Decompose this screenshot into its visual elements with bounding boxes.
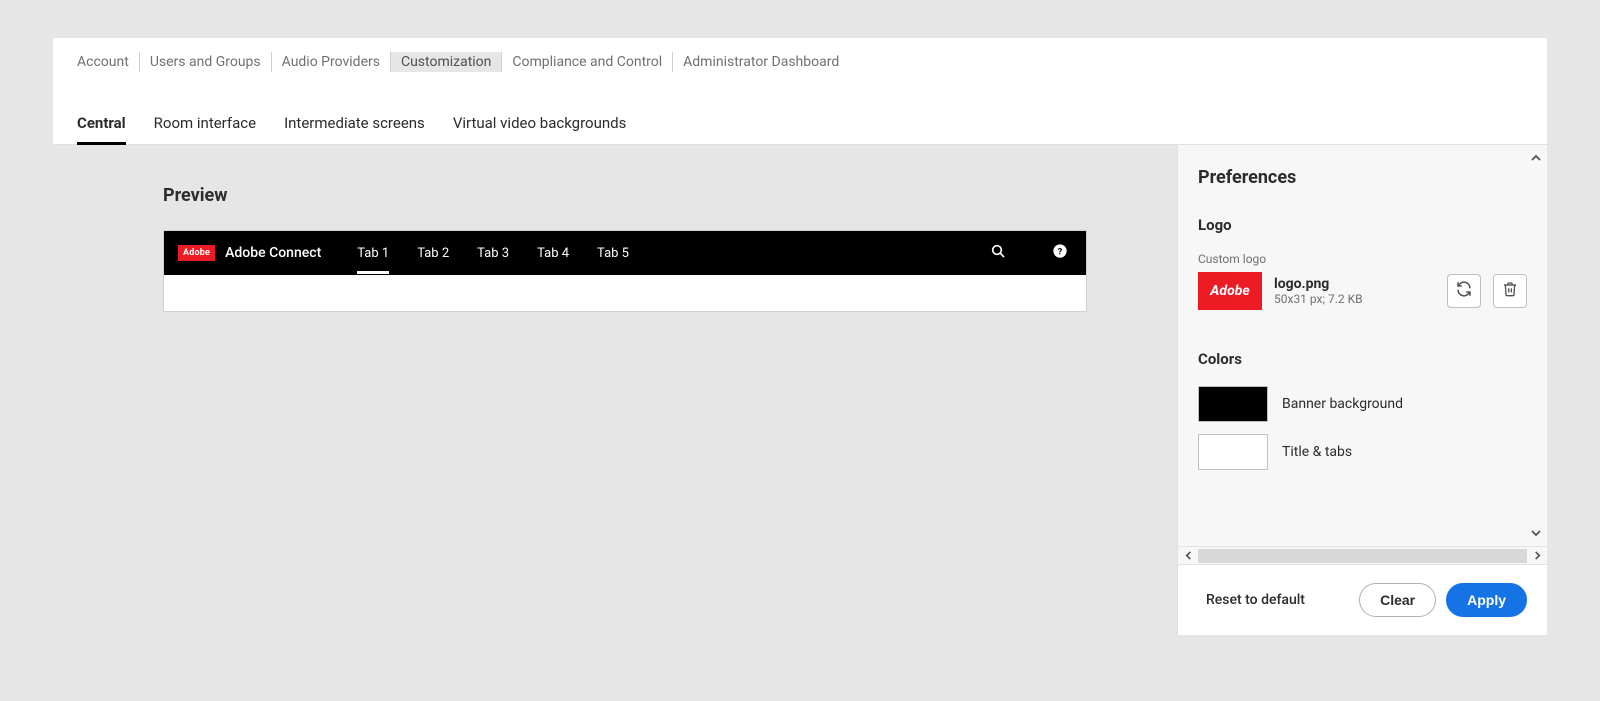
nav-users-and-groups[interactable]: Users and Groups [140, 52, 272, 72]
delete-logo-button[interactable] [1493, 274, 1527, 308]
colors-section: Colors Banner background Title & tabs [1198, 350, 1527, 470]
preferences-panel: Preferences Logo Custom logo Adobe logo.… [1177, 145, 1547, 635]
preview-tabs: Tab 1 Tab 2 Tab 3 Tab 4 Tab 5 [357, 233, 629, 274]
adobe-badge-icon: Adobe [178, 245, 215, 261]
tab-room-interface[interactable]: Room interface [154, 114, 256, 144]
scrollbar-track[interactable] [1198, 549, 1527, 563]
reset-to-default-link[interactable]: Reset to default [1206, 592, 1305, 608]
banner-background-label: Banner background [1282, 396, 1403, 412]
horizontal-scrollbar[interactable] [1178, 546, 1547, 564]
title-tabs-label: Title & tabs [1282, 444, 1352, 460]
svg-text:?: ? [1058, 246, 1063, 257]
preview-title: Preview [163, 185, 1087, 206]
preferences-body: Preferences Logo Custom logo Adobe logo.… [1178, 145, 1547, 546]
nav-customization[interactable]: Customization [391, 52, 502, 72]
scroll-left-icon[interactable] [1178, 549, 1198, 563]
clear-button[interactable]: Clear [1359, 583, 1436, 617]
title-tabs-swatch[interactable] [1198, 434, 1268, 470]
preferences-footer: Reset to default Clear Apply [1178, 564, 1547, 635]
refresh-icon [1455, 280, 1473, 302]
preview-logo: Adobe Adobe Connect [178, 245, 321, 261]
nav-compliance-and-control[interactable]: Compliance and Control [502, 52, 673, 72]
tab-intermediate-screens[interactable]: Intermediate screens [284, 114, 425, 144]
preview-box: Adobe Adobe Connect Tab 1 Tab 2 Tab 3 Ta… [163, 230, 1087, 312]
nav-account[interactable]: Account [77, 52, 140, 72]
preview-tab-4[interactable]: Tab 4 [537, 233, 569, 274]
preview-tab-2[interactable]: Tab 2 [417, 233, 449, 274]
color-row-title-tabs: Title & tabs [1198, 434, 1527, 470]
preferences-title: Preferences [1198, 167, 1527, 188]
banner-background-swatch[interactable] [1198, 386, 1268, 422]
preview-tab-5[interactable]: Tab 5 [597, 233, 629, 274]
nav-audio-providers[interactable]: Audio Providers [272, 52, 391, 72]
preview-brand-title: Adobe Connect [225, 245, 321, 261]
color-row-banner-background: Banner background [1198, 386, 1527, 422]
logo-thumbnail: Adobe [1198, 272, 1262, 310]
preview-pane: Preview Adobe Adobe Connect Tab 1 Tab 2 … [53, 145, 1177, 635]
logo-row: Adobe logo.png 50x31 px; 7.2 KB [1198, 272, 1527, 310]
app-window: Account Users and Groups Audio Providers… [53, 38, 1547, 635]
preview-banner: Adobe Adobe Connect Tab 1 Tab 2 Tab 3 Ta… [164, 231, 1086, 275]
logo-section-header: Logo [1198, 216, 1527, 234]
scroll-up-icon[interactable] [1527, 149, 1545, 167]
logo-details: 50x31 px; 7.2 KB [1274, 292, 1435, 306]
search-icon[interactable] [990, 243, 1006, 263]
sub-tabs: Central Room interface Intermediate scre… [53, 80, 1547, 145]
content-area: Preview Adobe Adobe Connect Tab 1 Tab 2 … [53, 145, 1547, 635]
preview-tab-3[interactable]: Tab 3 [477, 233, 509, 274]
nav-administrator-dashboard[interactable]: Administrator Dashboard [673, 52, 849, 72]
apply-button[interactable]: Apply [1446, 583, 1527, 617]
custom-logo-label: Custom logo [1198, 252, 1527, 266]
refresh-logo-button[interactable] [1447, 274, 1481, 308]
top-nav: Account Users and Groups Audio Providers… [53, 38, 1547, 80]
preview-tab-1[interactable]: Tab 1 [357, 233, 389, 274]
tab-virtual-video-backgrounds[interactable]: Virtual video backgrounds [453, 114, 627, 144]
tab-central[interactable]: Central [77, 114, 126, 144]
logo-meta: logo.png 50x31 px; 7.2 KB [1274, 276, 1435, 306]
trash-icon [1502, 281, 1518, 301]
logo-filename: logo.png [1274, 276, 1435, 292]
colors-section-header: Colors [1198, 350, 1527, 368]
scroll-down-icon[interactable] [1527, 524, 1545, 542]
scroll-right-icon[interactable] [1527, 549, 1547, 563]
help-icon[interactable]: ? [1052, 243, 1068, 263]
